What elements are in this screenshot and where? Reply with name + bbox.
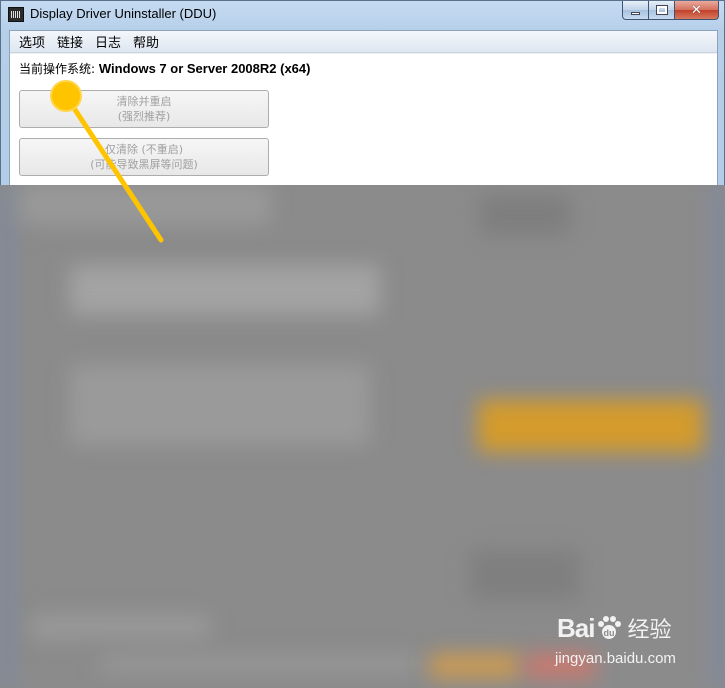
clean-no-restart-label: 仅清除 (不重启) — [104, 143, 184, 156]
blurred-image-region — [70, 265, 380, 315]
blurred-window-edge-left — [0, 185, 14, 688]
current-os-label: 当前操作系统: — [19, 62, 96, 76]
baidu-logo: Bai du 经验 — [557, 612, 671, 644]
blurred-text-region — [70, 365, 370, 445]
current-os-row: 当前操作系统: Windows 7 or Server 2008R2 (x64) — [19, 60, 310, 77]
menu-links[interactable]: 链接 — [51, 32, 89, 51]
clean-no-restart-note: (可能导致黑屏等问题) — [90, 158, 198, 171]
menu-log[interactable]: 日志 — [89, 32, 127, 51]
window-title: Display Driver Uninstaller (DDU) — [30, 6, 217, 21]
blurred-footer-text — [100, 655, 420, 673]
blurred-status-region — [30, 615, 210, 639]
ddu-app-icon — [8, 7, 24, 22]
baidu-jingyan-watermark: Bai du 经验 jingyan.baidu.com — [555, 606, 725, 676]
clean-and-restart-button[interactable]: 清除并重启 (强烈推荐) — [19, 90, 269, 128]
baidu-logo-text: Bai — [557, 612, 595, 643]
clean-and-restart-label: 清除并重启 — [116, 95, 172, 108]
svg-text:du: du — [604, 628, 615, 638]
close-button[interactable]: ✕ — [675, 1, 719, 20]
blurred-orange-button — [478, 400, 703, 452]
maximize-icon — [655, 5, 668, 15]
caption-buttons: ✕ — [622, 1, 719, 20]
close-icon: ✕ — [691, 2, 702, 18]
clean-and-restart-note: (强烈推荐) — [117, 110, 171, 123]
jingyan-logo-text: 经验 — [627, 618, 672, 643]
current-os-value: Windows 7 or Server 2008R2 (x64) — [98, 61, 311, 76]
watermark-url: jingyan.baidu.com — [555, 650, 676, 667]
clean-no-restart-button[interactable]: 仅清除 (不重启) (可能导致黑屏等问题) — [19, 138, 269, 176]
minimize-button[interactable] — [622, 1, 649, 20]
menu-help[interactable]: 帮助 — [127, 32, 165, 51]
title-bar[interactable]: Display Driver Uninstaller (DDU) ✕ — [1, 1, 724, 29]
maximize-button[interactable] — [649, 1, 675, 20]
menu-options[interactable]: 选项 — [13, 32, 51, 51]
blurred-button — [20, 185, 270, 225]
minimize-icon — [631, 11, 640, 15]
blurred-footer-orange — [430, 653, 520, 679]
blurred-small-region — [470, 550, 580, 600]
paw-icon: du — [598, 616, 622, 639]
blurred-label-region — [480, 195, 570, 235]
menu-bar: 选项 链接 日志 帮助 — [10, 31, 717, 53]
